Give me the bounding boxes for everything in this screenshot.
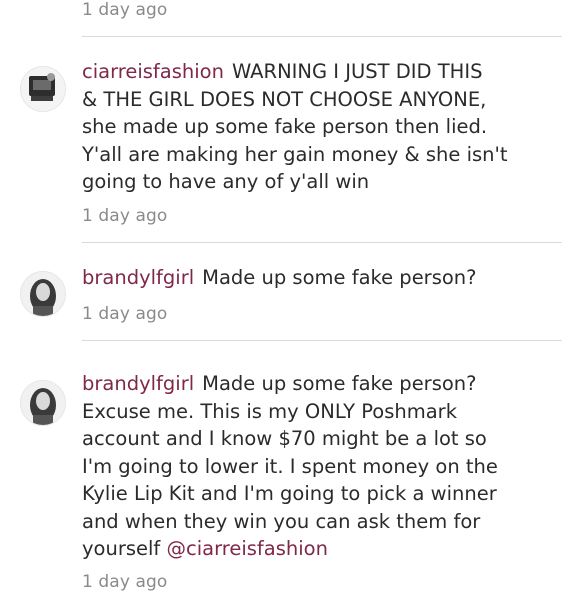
user-avatar-icon — [21, 381, 65, 425]
comment-line: Excuse me. This is my ONLY Poshmark — [82, 399, 457, 423]
comment-timestamp: 1 day ago — [82, 0, 168, 20]
comment-line: account and I know $70 might be a lot so — [82, 427, 487, 450]
user-avatar-icon — [21, 272, 65, 316]
comment-line: going to have any of y'all win — [82, 170, 370, 193]
avatar[interactable] — [20, 66, 66, 112]
comment-timestamp: 1 day ago — [82, 572, 168, 592]
avatar[interactable] — [20, 271, 66, 317]
comment-line: and when they win you can ask them for — [82, 509, 481, 533]
comment-text: ciarreisfashion WARNING I JUST DID THIS &… — [82, 58, 552, 196]
comment-line: yourself — [82, 537, 167, 560]
comment-line: & THE GIRL DOES NOT CHOOSE ANYONE, — [82, 87, 487, 111]
comment-username[interactable]: brandylfgirl — [82, 372, 194, 395]
comment-text: brandylfgirl Made up some fake person? Ex… — [82, 370, 552, 563]
avatar[interactable] — [20, 380, 66, 426]
comment-timestamp: 1 day ago — [82, 206, 168, 226]
comment-line: Made up some fake person? — [202, 372, 477, 395]
comment-username[interactable]: brandylfgirl — [82, 266, 194, 289]
comment-timestamp: 1 day ago — [82, 304, 168, 324]
mention-link[interactable]: @ciarreisfashion — [166, 537, 327, 560]
divider — [82, 242, 562, 243]
divider — [82, 340, 562, 341]
comment-line: Made up some fake person? — [202, 266, 477, 289]
comment-line: Y'all are making her gain money & she is… — [82, 142, 508, 166]
comment-line: she made up some fake person then lied. — [82, 115, 488, 138]
divider — [82, 36, 562, 37]
comment-username[interactable]: ciarreisfashion — [82, 60, 224, 83]
comment-line: I'm going to lower it. I spent money on … — [82, 454, 498, 478]
comments-page: 1 day ago ciarreisfashion WARNING I JUST … — [0, 0, 580, 592]
comment-line: Kylie Lip Kit and I'm going to pick a wi… — [82, 482, 497, 505]
user-avatar-icon — [21, 67, 65, 111]
comment-text: brandylfgirl Made up some fake person? — [82, 264, 552, 292]
comment-line: WARNING I JUST DID THIS — [231, 60, 483, 83]
